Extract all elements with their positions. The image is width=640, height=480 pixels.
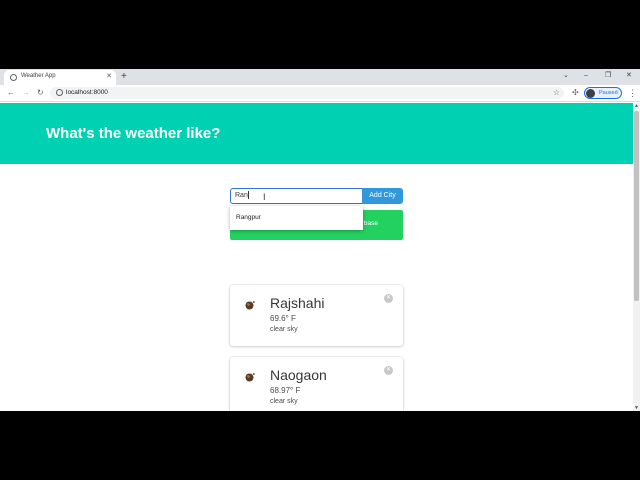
tab-title: Weather App <box>21 73 56 79</box>
city-description: clear sky <box>270 398 298 405</box>
text-cursor-icon: I <box>263 192 266 202</box>
city-description: clear sky <box>270 326 298 333</box>
tab-weather-app[interactable]: Weather App ✕ <box>4 70 116 85</box>
page-content: What's the weather like? base Ran Add Ci… <box>0 103 633 411</box>
tab-strip: Weather App ✕ + ⌄ – ❐ ✕ <box>0 69 640 85</box>
hero-banner: What's the weather like? <box>0 103 633 164</box>
close-window-button[interactable]: ✕ <box>626 71 632 81</box>
notification-text: base <box>363 220 378 227</box>
browser-window: Weather App ✕ + ⌄ – ❐ ✕ ← → ↻ localhost:… <box>0 69 640 411</box>
autocomplete-dropdown: Rangpur <box>230 206 363 230</box>
globe-icon <box>10 74 17 81</box>
delete-city-button[interactable]: ✕ <box>384 366 393 375</box>
add-city-button[interactable]: Add City <box>362 188 403 204</box>
browser-toolbar: ← → ↻ localhost:8000 ☆ ✣ Paused ⋮ <box>0 85 640 102</box>
city-card: Naogaon 68.97° F clear sky ✕ <box>230 357 403 411</box>
profile-button[interactable]: Paused <box>584 87 622 99</box>
address-bar[interactable]: localhost:8000 ☆ <box>50 87 564 99</box>
minimize-button[interactable]: – <box>584 71 588 81</box>
city-input-value: Ran <box>235 192 248 199</box>
page-scrollbar[interactable]: ▲ ▼ <box>633 103 640 411</box>
forward-button[interactable]: → <box>22 87 30 99</box>
avatar <box>586 89 595 98</box>
text-caret <box>247 191 249 200</box>
city-temperature: 68.97° F <box>270 386 301 395</box>
city-input[interactable]: Ran <box>230 188 363 204</box>
delete-city-button[interactable]: ✕ <box>384 294 393 303</box>
city-card: Rajshahi 69.6° F clear sky ✕ <box>230 285 403 346</box>
new-tab-button[interactable]: + <box>121 70 127 83</box>
scrollbar-thumb[interactable] <box>634 111 639 301</box>
scroll-up-arrow-icon[interactable]: ▲ <box>634 103 639 109</box>
bookmark-star-icon[interactable]: ☆ <box>553 87 560 99</box>
profile-status: Paused <box>599 90 618 96</box>
extensions-icon[interactable]: ✣ <box>572 87 579 99</box>
back-button[interactable]: ← <box>7 87 15 99</box>
city-name: Naogaon <box>270 367 327 383</box>
autocomplete-option[interactable]: Rangpur <box>236 214 261 221</box>
city-name: Rajshahi <box>270 295 325 311</box>
city-temperature: 69.6° F <box>270 314 296 323</box>
url-text[interactable]: localhost:8000 <box>66 89 108 96</box>
maximize-button[interactable]: ❐ <box>605 71 611 81</box>
reload-button[interactable]: ↻ <box>37 87 44 99</box>
weather-icon <box>245 301 255 310</box>
page-title: What's the weather like? <box>46 125 221 142</box>
close-tab-icon[interactable]: ✕ <box>106 72 112 82</box>
chevron-down-icon[interactable]: ⌄ <box>563 71 569 81</box>
browser-menu-icon[interactable]: ⋮ <box>628 87 637 99</box>
scroll-down-arrow-icon[interactable]: ▼ <box>634 405 639 411</box>
weather-icon <box>245 373 255 382</box>
info-icon[interactable] <box>56 89 63 96</box>
